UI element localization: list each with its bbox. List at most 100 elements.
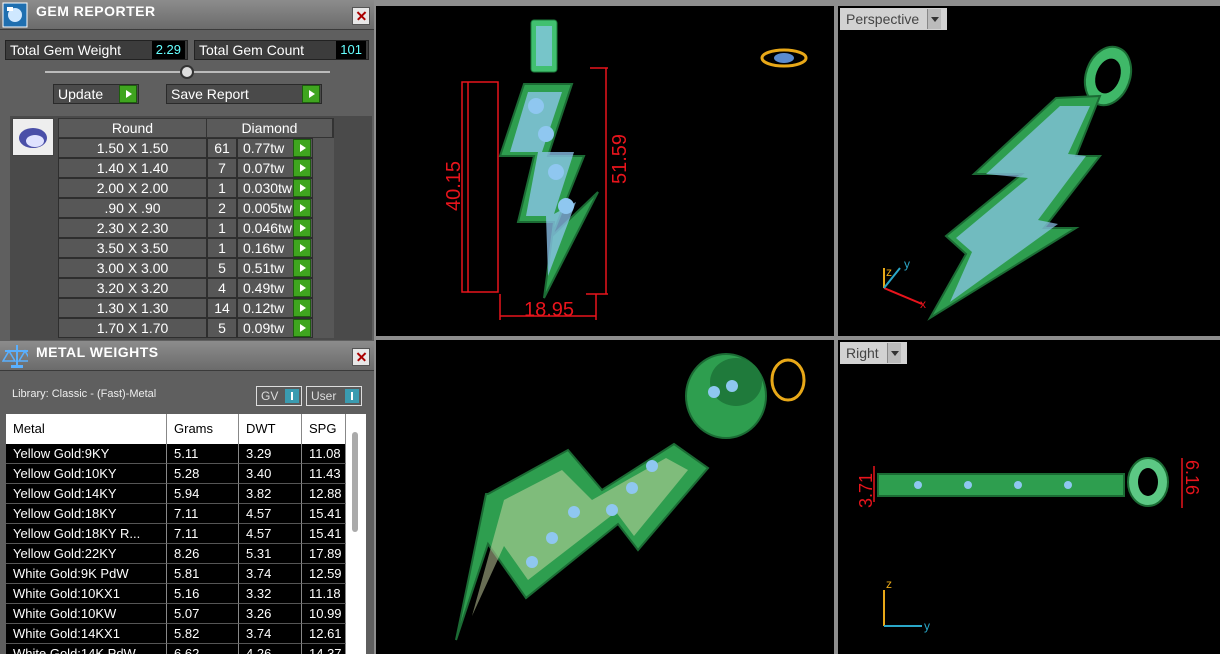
total-gem-weight: Total Gem Weight 2.29 [5,40,188,60]
metal-dwt: 4.57 [239,504,302,524]
metal-grams: 5.16 [167,584,239,604]
gv-toggle[interactable]: GV [256,386,302,406]
gem-thumbnail[interactable] [12,118,54,156]
metal-weights-title: METAL WEIGHTS [36,344,159,360]
gem-row[interactable]: .90 X .90 2 0.005tw [58,198,334,218]
right-viewport[interactable]: Right 3.71 6.16 z y [838,340,1220,654]
total-gem-weight-label: Total Gem Weight [10,42,122,58]
top-viewport[interactable]: 40.15 51.59 18.95 [376,6,834,336]
metal-dwt: 5.31 [239,544,302,564]
play-icon[interactable] [293,199,311,217]
gem-weight: 0.030tw [237,178,313,198]
metal-name: White Gold:14K PdW [6,644,167,654]
spg-header[interactable]: SPG [302,414,346,444]
gem-weight-value: 0.16tw [243,240,285,256]
right-dim-d2: 6.16 [1182,460,1202,495]
metal-dwt: 3.26 [239,604,302,624]
metal-spg: 12.59 [302,564,346,584]
metal-row[interactable]: White Gold:14K PdW 6.62 4.26 14.37 [6,644,346,654]
play-icon[interactable] [293,139,311,157]
gem-size: 3.50 X 3.50 [58,238,207,258]
play-icon[interactable] [293,239,311,257]
rendered-viewport[interactable] [376,340,834,654]
dwt-header[interactable]: DWT [239,414,302,444]
right-dim-d1: 3.71 [856,473,876,508]
metal-row[interactable]: Yellow Gold:18KY 7.11 4.57 15.41 [6,504,346,524]
gem-weight-value: 0.51tw [243,260,285,276]
metal-name: Yellow Gold:18KY [6,504,167,524]
metal-spg: 17.89 [302,544,346,564]
save-report-label: Save Report [171,86,249,102]
play-icon[interactable] [293,259,311,277]
gem-size: 1.40 X 1.40 [58,158,207,178]
gem-row[interactable]: 3.20 X 3.20 4 0.49tw [58,278,334,298]
play-icon[interactable] [293,279,311,297]
gem-row[interactable]: 2.00 X 2.00 1 0.030tw [58,178,334,198]
perspective-viewport[interactable]: Perspective z y x [838,6,1220,336]
metal-dwt: 4.26 [239,644,302,654]
metal-dwt: 3.74 [239,624,302,644]
round-gem-icon [19,128,47,148]
gem-reporter-icon [2,2,28,28]
play-icon[interactable] [293,319,311,337]
gem-row[interactable]: 3.00 X 3.00 5 0.51tw [58,258,334,278]
metal-row[interactable]: Yellow Gold:18KY R... 7.11 4.57 15.41 [6,524,346,544]
gem-count: 2 [207,198,237,218]
rendered-drawing [455,353,806,641]
metal-row[interactable]: White Gold:10KX1 5.16 3.32 11.18 [6,584,346,604]
metal-grams: 5.94 [167,484,239,504]
perspective-drawing: z y x [883,45,1133,321]
gem-row[interactable]: 1.30 X 1.30 14 0.12tw [58,298,334,318]
gem-weight: 0.49tw [237,278,313,298]
gem-row[interactable]: 1.40 X 1.40 7 0.07tw [58,158,334,178]
gem-count: 4 [207,278,237,298]
play-icon[interactable] [293,159,311,177]
metal-row[interactable]: White Gold:9K PdW 5.81 3.74 12.59 [6,564,346,584]
metal-grams: 7.11 [167,524,239,544]
metal-row[interactable]: White Gold:10KW 5.07 3.26 10.99 [6,604,346,624]
metal-header[interactable]: Metal [6,414,167,444]
gem-table-header: Round Diamond [58,118,334,138]
update-button[interactable]: Update [53,84,139,104]
total-gem-weight-value: 2.29 [151,41,185,59]
gem-weight: 0.046tw [237,218,313,238]
gem-reporter-title: GEM REPORTER [36,3,156,19]
gem-weight: 0.09tw [237,318,313,338]
metal-row[interactable]: White Gold:14KX1 5.82 3.74 12.61 [6,624,346,644]
gem-row[interactable]: 2.30 X 2.30 1 0.046tw [58,218,334,238]
gem-row[interactable]: 1.70 X 1.70 5 0.09tw [58,318,334,338]
metal-weights-close-icon[interactable] [352,348,370,366]
gem-row[interactable]: 3.50 X 3.50 1 0.16tw [58,238,334,258]
metal-grams: 6.62 [167,644,239,654]
user-label: User [311,389,337,403]
gem-weight: 0.77tw [237,138,313,158]
play-icon[interactable] [293,299,311,317]
gem-size: 1.70 X 1.70 [58,318,207,338]
shape-header: Round [59,119,207,137]
play-icon[interactable] [293,219,311,237]
save-report-button[interactable]: Save Report [166,84,322,104]
metal-name: Yellow Gold:14KY [6,484,167,504]
metal-table-scrollbar[interactable] [352,432,358,532]
gem-row[interactable]: 1.50 X 1.50 61 0.77tw [58,138,334,158]
gem-table: Round Diamond 1.50 X 1.50 61 0.77tw 1.40 X … [10,116,372,340]
metal-row[interactable]: Yellow Gold:10KY 5.28 3.40 11.43 [6,464,346,484]
metal-weights-titlebar: METAL WEIGHTS [0,341,374,371]
metal-dwt: 3.40 [239,464,302,484]
metal-row[interactable]: Yellow Gold:9KY 5.11 3.29 11.08 [6,444,346,464]
top-dim-width: 18.95 [524,299,574,321]
slider-handle[interactable] [180,65,194,79]
metal-grams: 5.11 [167,444,239,464]
metal-row[interactable]: Yellow Gold:22KY 8.26 5.31 17.89 [6,544,346,564]
grams-header[interactable]: Grams [167,414,239,444]
metal-dwt: 3.32 [239,584,302,604]
gem-size: .90 X .90 [58,198,207,218]
perspective-x-axis: x [920,297,926,311]
user-toggle[interactable]: User [306,386,362,406]
gem-weight: 0.005tw [237,198,313,218]
gem-reporter-close-icon[interactable] [352,7,370,25]
metal-row[interactable]: Yellow Gold:14KY 5.94 3.82 12.88 [6,484,346,504]
play-icon[interactable] [293,179,311,197]
metal-name: Yellow Gold:9KY [6,444,167,464]
user-toggle-icon [345,389,359,403]
